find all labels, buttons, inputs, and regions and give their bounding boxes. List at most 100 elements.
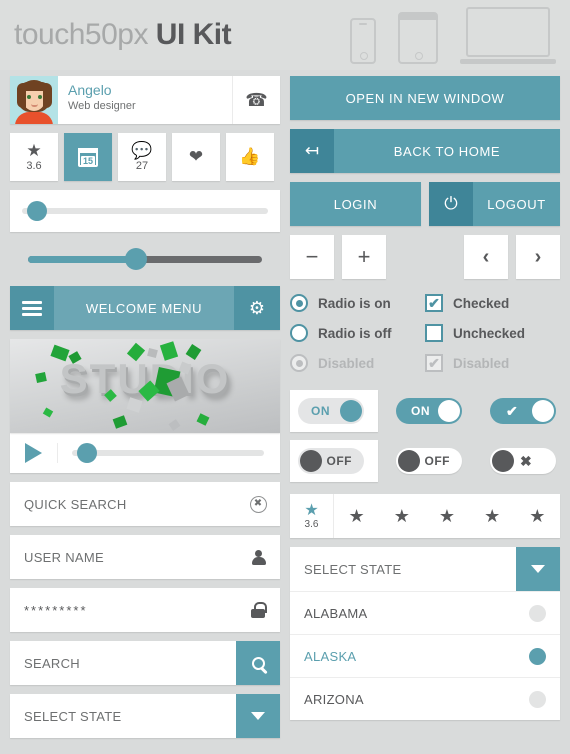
list-item[interactable]: ALABAMA: [290, 591, 560, 634]
toggle-on-check-switch[interactable]: ✔: [490, 398, 556, 424]
slider-two-knob[interactable]: [124, 248, 147, 270]
avatar: [10, 76, 58, 124]
toggle-off-white-label: OFF: [424, 454, 450, 468]
hamburger-icon[interactable]: [10, 286, 54, 330]
toggle-off-cross[interactable]: ✖: [474, 448, 560, 474]
profile-name: Angelo: [68, 82, 112, 98]
tile-thumbs-up[interactable]: 👍: [226, 133, 274, 181]
tile-calendar[interactable]: 15: [64, 133, 112, 181]
video-thumbnail[interactable]: STUDIO: [10, 339, 280, 433]
chevron-down-icon[interactable]: [516, 547, 560, 591]
pager: ‹ ›: [464, 235, 560, 279]
slider-card[interactable]: [10, 190, 280, 232]
next-button[interactable]: ›: [516, 235, 560, 279]
star-icon[interactable]: ★: [439, 506, 455, 527]
star-icon[interactable]: ★: [484, 506, 500, 527]
checkbox-checked-icon[interactable]: ✔: [425, 294, 443, 312]
toggle-off-light-label: OFF: [326, 454, 352, 468]
radio-disabled-icon: [290, 354, 308, 372]
tile-star[interactable]: ★ 3.6: [10, 133, 58, 181]
clear-circle-icon[interactable]: ✖: [236, 495, 280, 513]
star-icon[interactable]: ★: [349, 506, 365, 527]
checkbox-checked[interactable]: ✔ Checked: [425, 288, 560, 318]
play-icon[interactable]: [10, 443, 58, 463]
toggle-off-white[interactable]: OFF: [378, 448, 474, 474]
checkbox-group: ✔ Checked Unchecked ✔ Disabled: [425, 288, 560, 378]
slider-one-knob[interactable]: [26, 201, 47, 221]
toggle-on-check[interactable]: ✔: [474, 398, 560, 424]
checkbox-disabled-label: Disabled: [453, 355, 510, 371]
chevron-down-icon[interactable]: [236, 694, 280, 738]
star-rating[interactable]: ★ 3.6 ★ ★ ★ ★ ★: [290, 494, 560, 538]
stat-tiles: ★ 3.6 15 💬 27 ❤ 👍: [10, 133, 280, 181]
option-bullet-icon[interactable]: [529, 690, 546, 708]
star-icon[interactable]: ★: [394, 506, 410, 527]
radio-off[interactable]: Radio is off: [290, 318, 425, 348]
password-field[interactable]: *********: [10, 588, 280, 632]
toggle-off-cross-switch[interactable]: ✖: [490, 448, 556, 474]
right-column: OPEN IN NEW WINDOW ↤ BACK TO HOME LOGIN …: [290, 76, 560, 720]
open-new-window-button[interactable]: OPEN IN NEW WINDOW: [290, 76, 560, 120]
checkbox-disabled: ✔ Disabled: [425, 348, 560, 378]
list-item[interactable]: ALASKA: [290, 634, 560, 677]
login-button[interactable]: LOGIN: [290, 182, 421, 226]
search-icon[interactable]: [236, 641, 280, 685]
checkbox-unchecked-label: Unchecked: [453, 325, 526, 341]
phone-icon[interactable]: ☎: [232, 76, 280, 124]
radio-on-label: Radio is on: [318, 295, 391, 311]
checkbox-unchecked[interactable]: Unchecked: [425, 318, 560, 348]
rating-value: 3.6: [304, 518, 319, 530]
toggle-off-white-switch[interactable]: OFF: [396, 448, 462, 474]
checkbox-unchecked-icon[interactable]: [425, 324, 443, 342]
slider-two[interactable]: [10, 241, 280, 277]
back-to-home-button[interactable]: ↤ BACK TO HOME: [290, 129, 560, 173]
star-icon[interactable]: ★: [529, 506, 545, 527]
option-bullet-icon[interactable]: [529, 604, 546, 622]
state-option-label: ARIZONA: [304, 691, 364, 707]
state-dropdown-header[interactable]: SELECT STATE: [290, 547, 560, 591]
video-progress-knob[interactable]: [77, 443, 98, 463]
toggle-on-teal[interactable]: ON: [378, 398, 474, 424]
list-item[interactable]: ARIZONA: [290, 677, 560, 720]
state-option-label: ALASKA: [304, 648, 357, 664]
star-icon: ★: [26, 140, 42, 160]
gear-icon[interactable]: ⚙: [234, 286, 280, 330]
radio-on[interactable]: Radio is on: [290, 288, 425, 318]
tile-calendar-value: 15: [81, 155, 95, 166]
toggle-on-teal-switch[interactable]: ON: [396, 398, 462, 424]
quick-search-field[interactable]: QUICK SEARCH ✖: [10, 482, 280, 526]
tile-heart[interactable]: ❤: [172, 133, 220, 181]
laptop-icon: [460, 6, 556, 64]
toggle-off-light-switch[interactable]: OFF: [298, 448, 364, 474]
video-progress-track[interactable]: [72, 443, 264, 463]
radio-on-icon[interactable]: [290, 294, 308, 312]
brand-bold: UI Kit: [155, 18, 232, 51]
profile-card: Angelo Web designer ☎: [10, 76, 280, 124]
plus-button[interactable]: +: [342, 235, 386, 279]
toggle-off-light[interactable]: OFF: [290, 440, 378, 482]
tile-comment-value: 27: [135, 159, 149, 172]
brand-light: touch50px: [14, 18, 148, 51]
thumbs-up-icon: 👍: [239, 147, 261, 166]
radio-off-icon[interactable]: [290, 324, 308, 342]
power-icon[interactable]: ⏻: [429, 182, 473, 226]
toggle-on-light[interactable]: ON: [290, 390, 378, 432]
page-header: touch50px UI Kit: [0, 0, 570, 70]
search-field[interactable]: SEARCH: [10, 641, 280, 685]
select-state-field[interactable]: SELECT STATE: [10, 694, 280, 738]
select-state-label: SELECT STATE: [24, 708, 122, 724]
back-arrow-icon[interactable]: ↤: [290, 129, 334, 173]
minus-button[interactable]: −: [290, 235, 334, 279]
prev-button[interactable]: ‹: [464, 235, 508, 279]
lock-icon: [236, 602, 280, 618]
slider-one-track[interactable]: [22, 201, 268, 221]
user-name-field[interactable]: USER NAME: [10, 535, 280, 579]
slider-two-track[interactable]: [28, 248, 262, 270]
profile-text: Angelo Web designer: [58, 76, 232, 124]
option-bullet-icon[interactable]: [529, 647, 546, 665]
rating-stars[interactable]: ★ ★ ★ ★ ★: [334, 494, 560, 538]
logout-button[interactable]: ⏻ LOGOUT: [429, 182, 560, 226]
tile-comment[interactable]: 💬 27: [118, 133, 166, 181]
welcome-menu-bar: WELCOME MENU ⚙: [10, 286, 280, 330]
toggle-on-light-switch[interactable]: ON: [298, 398, 364, 424]
